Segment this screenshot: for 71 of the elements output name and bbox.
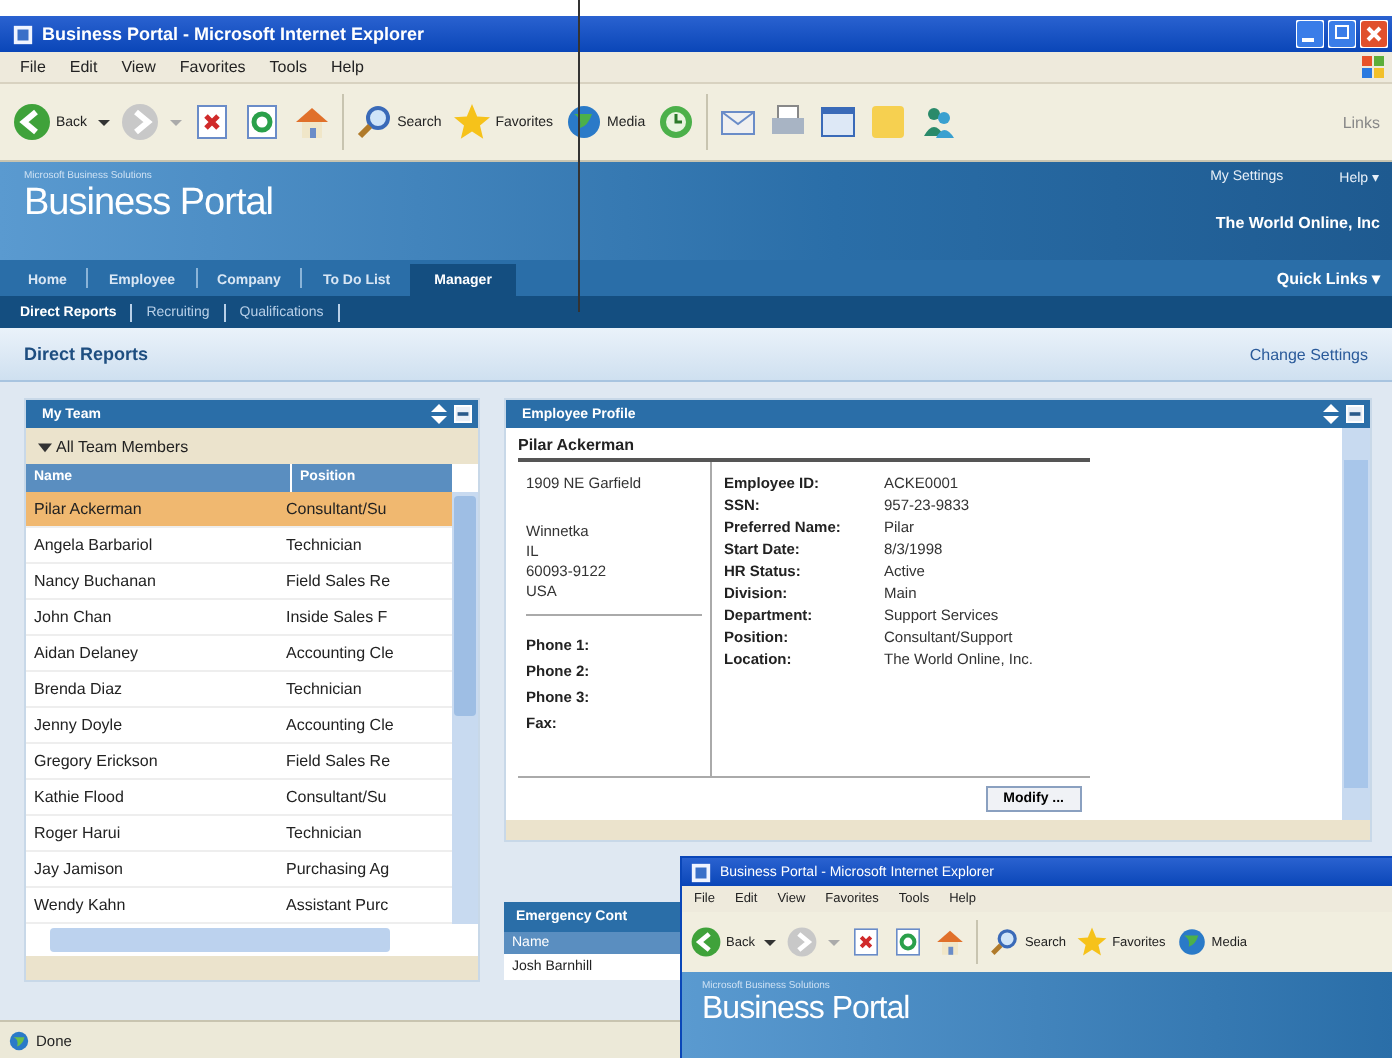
table-cell-text: Nancy Buchanan [32, 572, 158, 590]
home-icon[interactable] [934, 926, 967, 958]
table-cell: Inside Sales F [286, 608, 388, 626]
company-name: The World Online, Inc [1215, 214, 1380, 232]
table-cell: Accounting Cle [286, 644, 394, 662]
change-settings-link[interactable]: Change Settings [1249, 345, 1368, 363]
sort-arrows-icon[interactable] [430, 404, 448, 424]
menu-item[interactable]: Tools [269, 58, 307, 76]
table-cell-text: Angela Barbariol [32, 536, 155, 554]
sort-arrows-icon[interactable] [1322, 404, 1340, 424]
brand-title: Business Portal [24, 182, 274, 226]
menu-item[interactable]: File [20, 58, 46, 76]
globe-icon [1175, 926, 1208, 958]
menu-item[interactable]: Edit [69, 58, 98, 76]
refresh-icon[interactable] [241, 102, 282, 142]
close-icon[interactable] [1360, 20, 1388, 48]
edit-window-icon[interactable] [817, 102, 858, 142]
group-toggle[interactable]: All Team Members [26, 428, 478, 464]
search-icon [353, 102, 394, 142]
globe-icon [563, 102, 604, 142]
minimize-panel-icon[interactable] [454, 404, 472, 424]
minimize-icon[interactable] [1296, 20, 1324, 48]
menu-item[interactable]: Favorites [179, 58, 246, 76]
refresh-icon[interactable] [892, 926, 925, 958]
table-cell: Accounting Cle [286, 716, 394, 734]
minimize-panel-icon[interactable] [1346, 404, 1364, 424]
table-cell-text: Wendy Kahn [32, 896, 128, 914]
table-cell: Assistant Purc [286, 896, 389, 914]
menu-item[interactable]: Help [330, 58, 364, 76]
table-cell: Field Sales Re [286, 572, 391, 590]
team-row[interactable]: Pilar Ackerman Consultant/Su [26, 492, 452, 528]
dropdown-arrow-icon[interactable] [97, 116, 110, 128]
app-icon [12, 23, 34, 45]
table-cell-text: Jenny Doyle [32, 716, 125, 734]
table-cell-text: Kathie Flood [32, 788, 126, 806]
menu-item[interactable]: View [121, 58, 156, 76]
table-cell-text: Gregory Erickson [32, 752, 160, 770]
table-cell: Purchasing Ag [286, 860, 390, 878]
star-icon [451, 102, 492, 142]
table-cell: Field Sales Re [286, 752, 391, 770]
globe-icon [8, 1029, 30, 1051]
page-title: Direct Reports [24, 344, 149, 364]
table-cell-text: Roger Harui [32, 824, 123, 842]
table-cell-text: Brenda Diaz [32, 680, 125, 698]
home-icon[interactable] [291, 102, 332, 142]
table-cell: Consultant/Su [286, 500, 387, 518]
employee-name: Pilar Ackerman [518, 436, 1090, 462]
app-icon [690, 861, 712, 883]
brand-title: Business Portal [702, 992, 912, 1028]
table-cell: Technician [286, 680, 362, 698]
table-cell-text: John Chan [32, 608, 114, 626]
table-cell: Technician [286, 536, 362, 554]
table-cell-text: Pilar Ackerman [32, 500, 144, 518]
table-cell-text: Jay Jamison [32, 860, 125, 878]
horizontal-scrollbar[interactable] [26, 924, 478, 956]
history-icon[interactable] [655, 102, 696, 142]
caret-icon [38, 439, 52, 453]
stop-icon[interactable] [191, 102, 232, 142]
flag-logo-icon [1360, 53, 1388, 81]
star-icon [1076, 926, 1109, 958]
vertical-scrollbar[interactable] [452, 492, 478, 924]
window-title: Business Portal - Microsoft Internet Explorer [42, 24, 425, 44]
table-cell: Technician [286, 824, 362, 842]
table-cell-text: Aidan Delaney [32, 644, 141, 662]
vertical-scrollbar[interactable] [1342, 428, 1370, 820]
stop-icon[interactable] [850, 926, 883, 958]
restore-icon[interactable] [1328, 20, 1356, 48]
quick-links-menu[interactable]: Quick Links ▾ [1276, 269, 1380, 287]
dropdown-arrow-icon[interactable] [764, 936, 777, 948]
search-icon [988, 926, 1021, 958]
table-cell: Consultant/Su [286, 788, 387, 806]
